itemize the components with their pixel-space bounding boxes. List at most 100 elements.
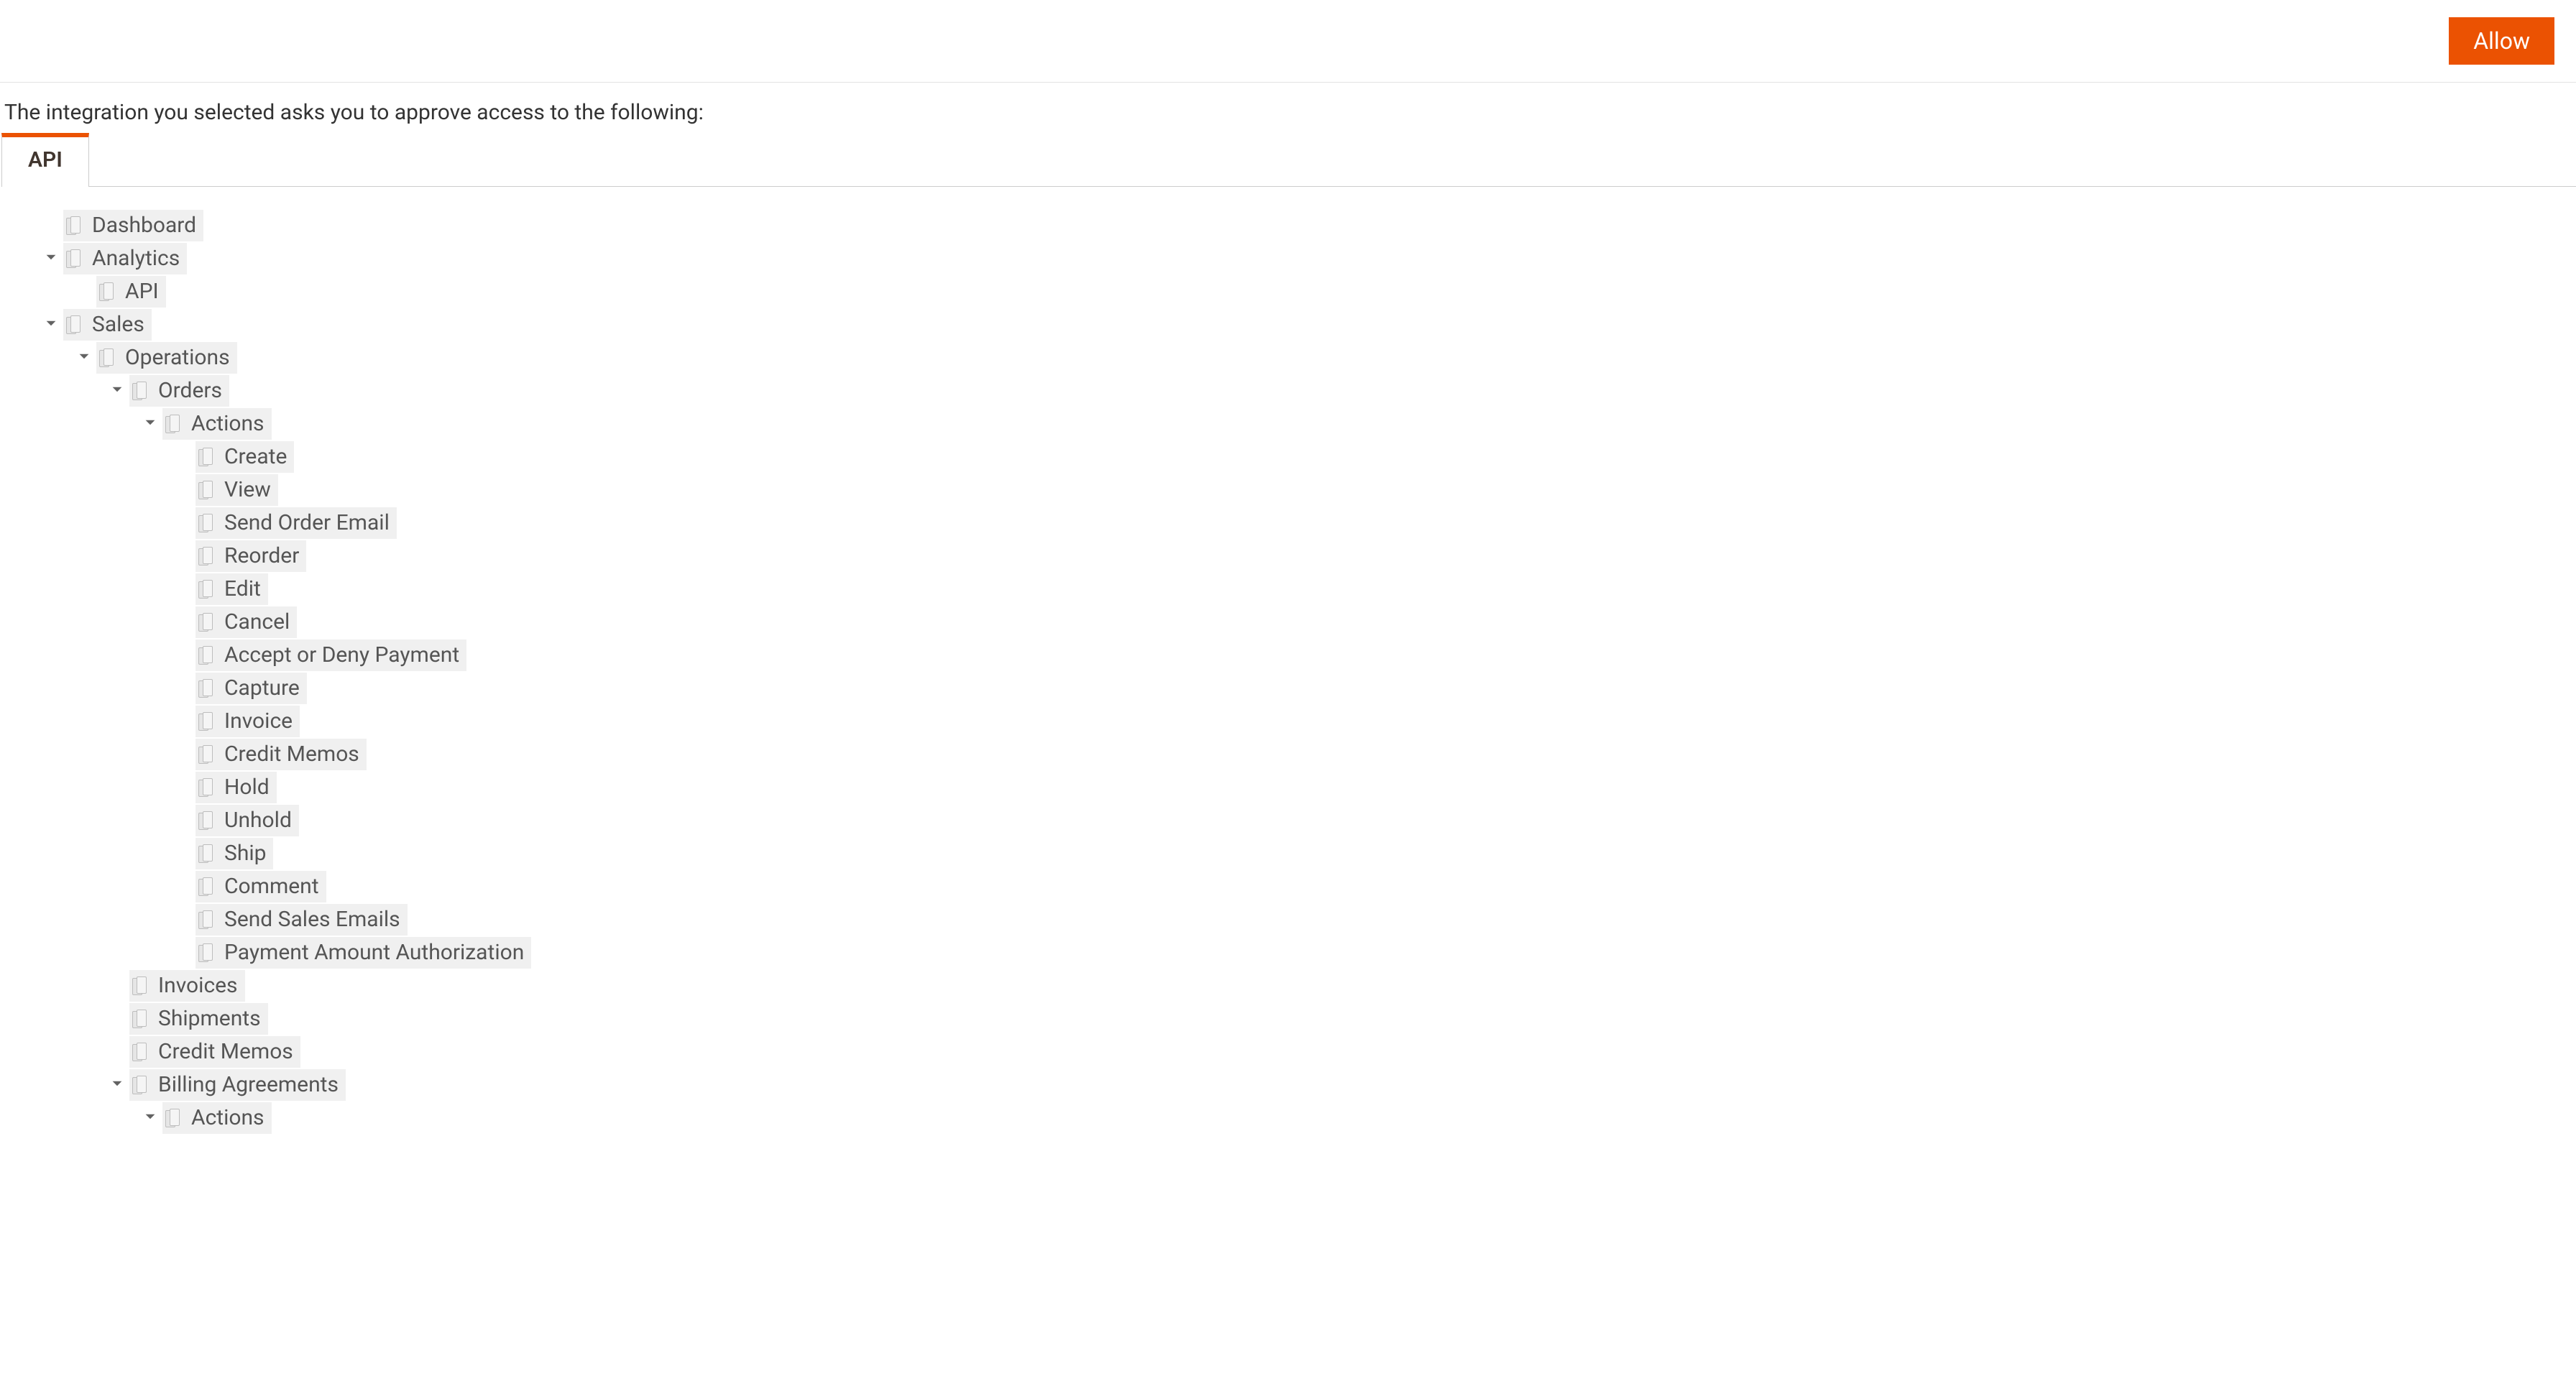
tree-node: Sales Operations Orders Actions Create View Se… [43, 309, 2576, 1134]
tree-item[interactable]: Comment [196, 871, 326, 902]
resource-icon [198, 778, 217, 797]
resource-icon [132, 976, 151, 995]
resource-icon [198, 613, 217, 632]
tree-node: Actions [142, 1102, 2576, 1134]
resource-icon [198, 877, 217, 896]
collapse-icon[interactable] [109, 382, 125, 397]
tree-item-label: Send Order Email [224, 509, 390, 537]
tree-item-label: Operations [125, 343, 230, 372]
tree-item-label: Cancel [224, 608, 290, 637]
resource-icon [198, 712, 217, 731]
dialog-header: Allow [0, 0, 2576, 83]
collapse-icon[interactable] [43, 315, 59, 331]
tree-item-label: Analytics [92, 244, 180, 273]
resource-icon [165, 1109, 184, 1127]
allow-button[interactable]: Allow [2449, 17, 2554, 65]
tree-item[interactable]: Invoice [196, 706, 300, 737]
tree-item[interactable]: Sales [63, 309, 152, 341]
tree-node: Edit [175, 573, 2576, 605]
collapse-icon[interactable] [142, 1109, 158, 1125]
resource-icon [66, 315, 85, 334]
resource-icon [198, 448, 217, 466]
resource-icon [198, 811, 217, 830]
tree-item[interactable]: Capture [196, 673, 307, 704]
tree-item-label: Unhold [224, 806, 292, 835]
resource-icon [132, 382, 151, 400]
tree-node: Shipments [109, 1003, 2576, 1035]
resource-icon [165, 415, 184, 433]
resource-icon [66, 216, 85, 235]
tree-node: Billing Agreements Actions [109, 1069, 2576, 1134]
tree-item[interactable]: Credit Memos [196, 739, 367, 770]
tree-item-label: Credit Memos [158, 1038, 293, 1066]
tree-node: Send Sales Emails [175, 904, 2576, 936]
tree-item[interactable]: Ship [196, 838, 273, 869]
tree-node: Invoices [109, 970, 2576, 1002]
tree-item[interactable]: Accept or Deny Payment [196, 639, 466, 671]
tree-item-label: Ship [224, 839, 266, 868]
tree-node: Credit Memos [175, 739, 2576, 770]
tree-item[interactable]: Operations [96, 342, 237, 374]
tree-item-label: Billing Agreements [158, 1071, 339, 1099]
tree-item-label: Comment [224, 872, 319, 901]
resource-icon [198, 646, 217, 665]
tree-node: Analytics API [43, 243, 2576, 308]
tree-item-label: Invoices [158, 971, 238, 1000]
tree-item[interactable]: Payment Amount Authorization [196, 937, 531, 969]
tree-item[interactable]: Orders [129, 375, 229, 407]
tree-node: Create [175, 441, 2576, 473]
tree-item-label: Invoice [224, 707, 293, 736]
tree-node: Capture [175, 673, 2576, 704]
resource-icon [198, 547, 217, 565]
tree-item-label: Orders [158, 377, 222, 405]
tree-item[interactable]: Send Sales Emails [196, 904, 408, 936]
tree-item[interactable]: Send Order Email [196, 507, 397, 539]
tab-api[interactable]: API [1, 133, 89, 187]
collapse-icon[interactable] [109, 1076, 125, 1091]
resource-icon [132, 1010, 151, 1028]
tree-item-label: Create [224, 443, 287, 471]
tree-item[interactable]: Cancel [196, 606, 297, 638]
tree-item[interactable]: Shipments [129, 1003, 268, 1035]
resource-icon [198, 679, 217, 698]
tree-item[interactable]: Actions [162, 1102, 272, 1134]
tabs-container: API [1, 132, 2576, 187]
collapse-icon[interactable] [142, 415, 158, 430]
tree-item[interactable]: Edit [196, 573, 268, 605]
collapse-icon[interactable] [43, 249, 59, 265]
tree-item[interactable]: View [196, 474, 278, 506]
collapse-icon[interactable] [76, 348, 92, 364]
tree-item[interactable]: Actions [162, 408, 272, 440]
tree-node: Unhold [175, 805, 2576, 836]
tree-item[interactable]: Reorder [196, 540, 306, 572]
tree-node: Accept or Deny Payment [175, 639, 2576, 671]
resource-icon [198, 481, 217, 499]
tree-item-label: Hold [224, 773, 270, 802]
tree-item[interactable]: Hold [196, 772, 277, 803]
tree-item-label: View [224, 476, 271, 504]
tree-item-label: Dashboard [92, 211, 196, 240]
resource-icon [99, 348, 118, 367]
resource-icon [99, 282, 118, 301]
resource-icon [132, 1043, 151, 1061]
tree-item[interactable]: Billing Agreements [129, 1069, 346, 1101]
tree-item-label: Capture [224, 674, 300, 703]
resource-icon [198, 514, 217, 532]
resource-icon [132, 1076, 151, 1094]
tree-item[interactable]: Analytics [63, 243, 187, 274]
resource-tree: Dashboard Analytics APISales Operations Orde… [0, 187, 2576, 1150]
tree-item[interactable]: Invoices [129, 970, 245, 1002]
tree-item[interactable]: API [96, 276, 166, 308]
tree-item[interactable]: Create [196, 441, 294, 473]
tree-node: Reorder [175, 540, 2576, 572]
tree-node: API [76, 276, 2576, 308]
tree-item[interactable]: Dashboard [63, 210, 203, 241]
tree-node: Dashboard [43, 210, 2576, 241]
resource-icon [198, 580, 217, 599]
tree-item-label: Credit Memos [224, 740, 359, 769]
tree-node: Ship [175, 838, 2576, 869]
tree-item[interactable]: Credit Memos [129, 1036, 300, 1068]
tree-node: Send Order Email [175, 507, 2576, 539]
tree-item[interactable]: Unhold [196, 805, 299, 836]
tree-item-label: Sales [92, 310, 144, 339]
